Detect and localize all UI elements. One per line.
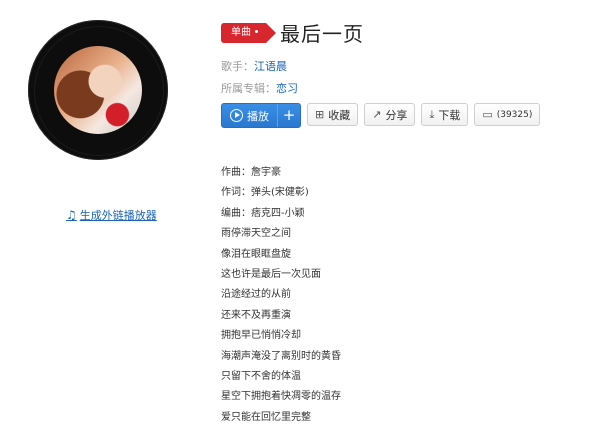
lyric-line: 海潮声淹没了离别时的黄昏 xyxy=(221,350,341,362)
comment-count: (39325) xyxy=(496,109,533,120)
lyric-line: 作词：弹头(宋健彰) xyxy=(221,187,309,199)
singer-label: 歌手： xyxy=(221,60,254,73)
title-row: 单曲 最后一页 xyxy=(221,18,364,47)
badge-dot xyxy=(255,30,258,33)
music-note-icon: ♫ xyxy=(66,208,77,222)
album-link[interactable]: 恋习 xyxy=(276,82,298,95)
lyric-line: 雨停滞天空之间 xyxy=(221,228,291,240)
action-bar: 播放 + ⊞ 收藏 ↗ 分享 ⤓ 下载 ▭ (39325) xyxy=(221,103,541,128)
lyric-line: 只留下不舍的体温 xyxy=(221,370,301,382)
lyric-line: 像泪在眼眶盘旋 xyxy=(221,248,291,260)
share-button[interactable]: ↗ 分享 xyxy=(364,103,416,126)
download-button[interactable]: ⤓ 下载 xyxy=(421,103,469,126)
download-label: 下载 xyxy=(438,108,461,122)
album-cover-image xyxy=(54,46,142,134)
share-label: 分享 xyxy=(385,108,408,122)
play-button-group: 播放 + xyxy=(221,103,301,128)
collect-label: 收藏 xyxy=(328,108,351,122)
lyric-line: 沿途经过的从前 xyxy=(221,289,291,301)
lyric-line: 拥抱早已悄悄冷却 xyxy=(221,330,301,342)
lyric-line: 编曲：痞克四-小颖 xyxy=(221,207,305,219)
single-badge: 单曲 xyxy=(221,22,276,43)
singer-link[interactable]: 江语晨 xyxy=(254,60,287,73)
album-row: 所属专辑：恋习 xyxy=(221,80,298,96)
album-label: 所属专辑： xyxy=(221,82,276,95)
lyric-line: 爱只能在回忆里完整 xyxy=(221,411,311,423)
lyric-line: 星空下拥抱着快凋零的温存 xyxy=(221,391,341,403)
song-title: 最后一页 xyxy=(280,22,364,46)
album-disc xyxy=(28,20,168,160)
comment-bubble-icon: ▭ xyxy=(482,108,493,121)
lyric-line: 作曲：詹宇豪 xyxy=(221,167,281,178)
single-badge-label: 单曲 xyxy=(231,26,251,38)
add-to-playlist-button[interactable]: + xyxy=(277,104,300,127)
singer-row: 歌手：江语晨 xyxy=(221,58,287,74)
play-button[interactable]: 播放 xyxy=(222,104,277,127)
play-circle-icon xyxy=(230,109,243,122)
share-arrow-icon: ↗ xyxy=(372,108,382,121)
collect-button[interactable]: ⊞ 收藏 xyxy=(307,103,359,126)
lyric-line: 还来不及再重演 xyxy=(221,309,291,321)
collect-folder-icon: ⊞ xyxy=(315,108,325,121)
lyric-line: 这也许是最后一次见面 xyxy=(221,268,321,280)
generate-player-label: 生成外链播放器 xyxy=(79,209,157,222)
generate-player-link[interactable]: ♫ 生成外链播放器 xyxy=(66,207,157,223)
comment-button[interactable]: ▭ (39325) xyxy=(474,103,541,126)
download-icon: ⤓ xyxy=(429,107,435,121)
play-label: 播放 xyxy=(247,109,269,123)
lyrics-list: 作曲：詹宇豪 作词：弹头(宋健彰) 编曲：痞克四-小颖 雨停滞天空之间 像泪在眼… xyxy=(221,163,341,428)
